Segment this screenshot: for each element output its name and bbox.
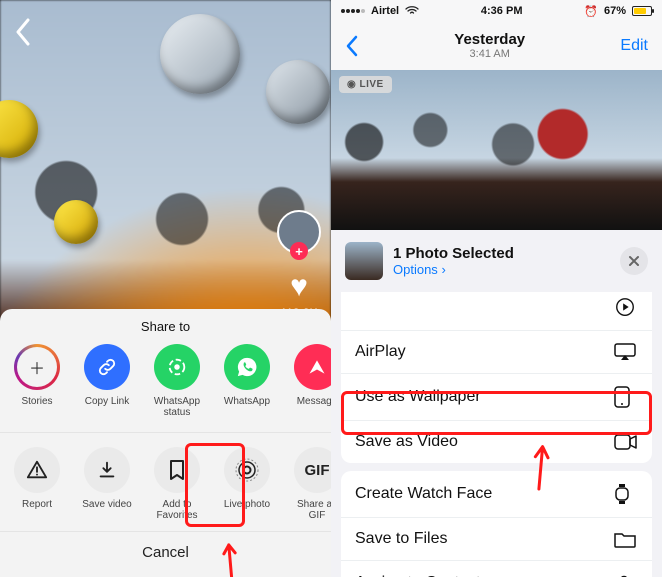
status-time: 4:36 PM xyxy=(481,5,523,17)
link-icon xyxy=(84,344,130,390)
action-live-photo[interactable]: Live photo xyxy=(222,447,272,521)
action-add-favorites[interactable]: Add to Favorites xyxy=(152,447,202,521)
signal-icon xyxy=(341,9,365,13)
balloon-decor xyxy=(160,14,240,94)
share-copy-link[interactable]: Copy Link xyxy=(82,344,132,418)
row-airplay[interactable]: AirPlay xyxy=(341,330,652,373)
folder-icon xyxy=(614,530,638,548)
row-label: Save to Files xyxy=(355,530,447,548)
share-panel: Share to ＋ Stories Copy Link WhatsApp xyxy=(0,309,331,577)
nav-back-button[interactable] xyxy=(345,35,359,57)
balloon-decor xyxy=(266,60,330,124)
action-label: Save video xyxy=(82,499,131,521)
tiktok-screen: + ♥ 113.8K Share to ＋ Stories Copy Link xyxy=(0,0,331,577)
video-icon xyxy=(614,434,638,450)
sheet-options-button[interactable]: Options › xyxy=(393,262,514,277)
status-bar: Airtel 4:36 PM ⏰ 67% xyxy=(331,0,662,22)
share-title: Share to xyxy=(0,319,331,334)
bookmark-icon xyxy=(154,447,200,493)
message-icon xyxy=(294,344,331,390)
row-label: AirPlay xyxy=(355,343,406,361)
sheet-header: 1 Photo Selected Options › xyxy=(331,230,662,292)
share-targets-row: ＋ Stories Copy Link WhatsApp status xyxy=(0,344,331,432)
heart-icon: ♥ xyxy=(290,270,308,304)
action-label: Add to Favorites xyxy=(152,499,202,521)
row-create-watch-face[interactable]: Create Watch Face xyxy=(341,471,652,517)
nav-bar: Yesterday 3:41 AM Edit xyxy=(331,22,662,70)
actions-row: Report Save video Add to Favorites xyxy=(0,432,331,531)
action-label: Live photo xyxy=(224,499,270,521)
battery-icon xyxy=(632,6,652,16)
row-slideshow-partial[interactable]: Slideshow xyxy=(341,292,652,330)
photo-preview[interactable] xyxy=(331,70,662,230)
share-label: WhatsApp xyxy=(224,396,270,418)
row-label: Use as Wallpaper xyxy=(355,388,481,406)
follow-plus-icon[interactable]: + xyxy=(290,242,308,260)
share-label: WhatsApp status xyxy=(152,396,202,418)
whatsapp-icon xyxy=(224,344,270,390)
whatsapp-status-icon xyxy=(154,344,200,390)
share-label: Copy Link xyxy=(85,396,129,418)
gif-icon: GIF xyxy=(294,447,331,493)
nav-edit-button[interactable]: Edit xyxy=(620,37,648,55)
wifi-icon xyxy=(405,6,419,16)
avatar[interactable]: + xyxy=(277,210,321,254)
contact-icon xyxy=(614,573,638,577)
ios-photos-screen: Airtel 4:36 PM ⏰ 67% Yesterday 3:41 AM E… xyxy=(331,0,662,577)
nav-title-sub: 3:41 AM xyxy=(454,48,525,60)
share-sheet: 1 Photo Selected Options › Slideshow Air… xyxy=(331,230,662,577)
action-label: Report xyxy=(22,499,52,521)
live-photo-icon xyxy=(224,447,270,493)
balloon-decor xyxy=(54,200,98,244)
share-label: Stories xyxy=(21,396,52,418)
carrier-label: Airtel xyxy=(371,5,399,17)
share-stories[interactable]: ＋ Stories xyxy=(12,344,62,418)
action-label: Share as GIF xyxy=(292,499,331,521)
battery-percent: 67% xyxy=(604,5,626,17)
row-save-to-files[interactable]: Save to Files xyxy=(341,517,652,560)
nav-title-main: Yesterday xyxy=(454,32,525,49)
phone-icon xyxy=(614,386,638,408)
airplay-icon xyxy=(614,343,638,361)
report-icon xyxy=(14,447,60,493)
action-share-gif[interactable]: GIF Share as GIF xyxy=(292,447,331,521)
alarm-icon: ⏰ xyxy=(584,5,598,18)
row-use-wallpaper[interactable]: Use as Wallpaper xyxy=(341,373,652,420)
live-badge: ◉ LIVE xyxy=(339,76,392,93)
action-save-video[interactable]: Save video xyxy=(82,447,132,521)
video-sidebar: + ♥ 113.8K xyxy=(277,210,321,320)
watch-icon xyxy=(614,483,638,505)
sheet-close-button[interactable] xyxy=(620,247,648,275)
action-report[interactable]: Report xyxy=(12,447,62,521)
download-icon xyxy=(84,447,130,493)
back-button[interactable] xyxy=(14,18,32,46)
sheet-title: 1 Photo Selected xyxy=(393,245,514,262)
share-whatsapp[interactable]: WhatsApp xyxy=(222,344,272,418)
share-whatsapp-status[interactable]: WhatsApp status xyxy=(152,344,202,418)
row-save-as-video[interactable]: Save as Video xyxy=(341,420,652,463)
row-label: Save as Video xyxy=(355,433,458,451)
cancel-button[interactable]: Cancel xyxy=(0,532,331,573)
row-label: Create Watch Face xyxy=(355,485,492,503)
play-circle-icon xyxy=(614,296,638,318)
share-message[interactable]: Message xyxy=(292,344,331,418)
stories-icon: ＋ xyxy=(14,344,60,390)
nav-title: Yesterday 3:41 AM xyxy=(454,32,525,61)
row-assign-to-contact[interactable]: Assign to Contact xyxy=(341,560,652,577)
share-label: Message xyxy=(297,396,331,418)
sheet-thumbnail xyxy=(345,242,383,280)
